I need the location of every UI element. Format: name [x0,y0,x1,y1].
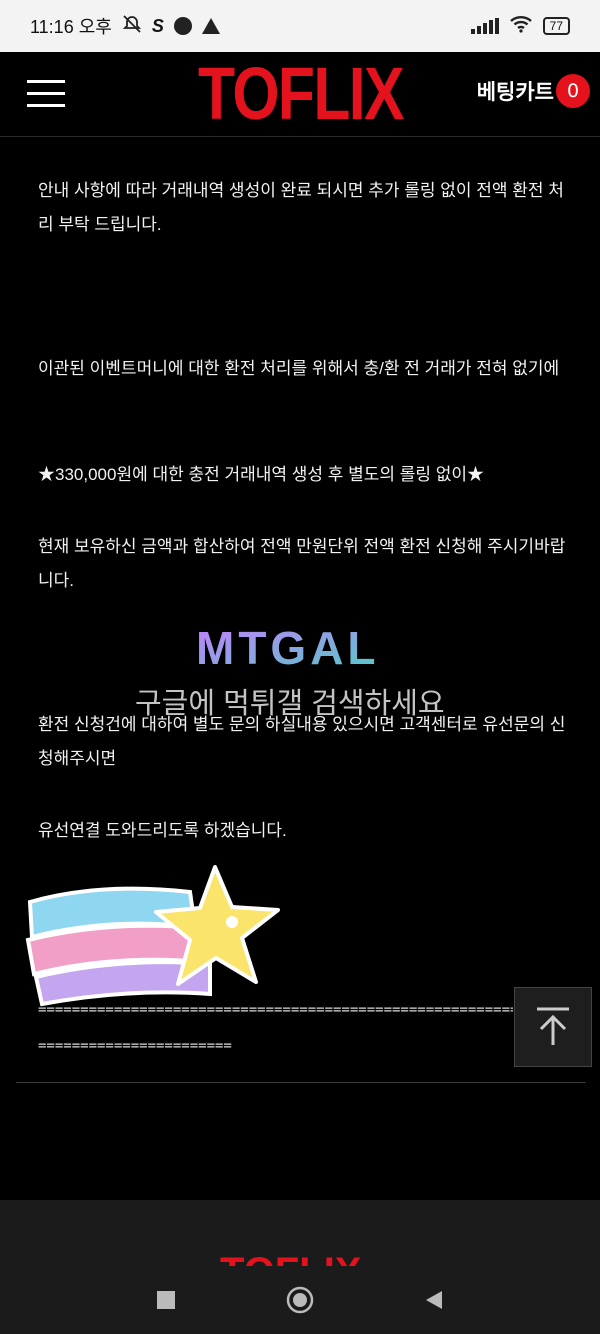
article-paragraph-2: 이관된 이벤트머니에 대한 환전 처리를 위해서 충/환 전 거래가 전혀 없기… [38,359,560,378]
article-paragraph-6: 유선연결 도와드리도록 하겠습니다. [38,821,287,840]
app-s-icon: S [151,15,164,36]
watermark-logo: MTGAL [196,622,406,674]
wifi-icon [509,15,533,38]
footer-logo[interactable]: TOFLIX [220,1250,361,1266]
back-triangle-icon [426,1291,442,1309]
signal-icon [470,18,499,34]
home-button[interactable] [284,1284,316,1316]
menu-hamburger-icon[interactable] [27,80,65,108]
watermark-logo-text: MTGAL [196,622,380,672]
app-header: TOFLIX 베팅카트 0 [0,52,600,137]
arrow-up-icon [537,1007,569,1045]
recents-button[interactable] [150,1284,182,1316]
status-bar: 11:16 오후 S 77 [0,0,600,52]
back-button[interactable] [418,1284,450,1316]
content-divider [16,1082,586,1083]
status-time: 11:16 오후 [30,17,112,37]
separator-line-2: ======================= [38,1038,232,1054]
watermark-text: 구글에 먹튀갤 검색하세요 [135,688,445,720]
battery-level: 77 [549,19,563,33]
shooting-star-sticker [20,862,300,1012]
brand-logo[interactable]: TOFLIX [198,54,404,134]
cart-label: 베팅카트 [476,81,554,104]
article-paragraph-4: 현재 보유하신 금액과 합산하여 전액 만원단위 전액 환전 신청해 주시기바랍… [38,537,566,590]
system-navigation-bar [0,1266,600,1334]
betting-cart-button[interactable]: 베팅카트 0 [477,74,590,108]
separator-line-1: ========================================… [38,1002,513,1018]
home-circle-icon [286,1286,314,1314]
article-paragraph-3: ★330,000원에 대한 충전 거래내역 생성 후 별도의 롤링 없이★ [38,465,485,484]
circle-icon [173,17,192,35]
battery-icon: 77 [542,17,570,35]
article-paragraph-1: 안내 사항에 따라 거래내역 생성이 완료 되시면 추가 롤링 없이 전액 환전… [38,181,564,234]
warning-icon [201,18,220,34]
alarm-off-icon [122,14,142,39]
page-footer: TOFLIX [0,1200,600,1266]
square-icon [157,1291,175,1309]
scroll-to-top-button[interactable] [514,987,592,1067]
cart-count-badge: 0 [556,74,590,108]
